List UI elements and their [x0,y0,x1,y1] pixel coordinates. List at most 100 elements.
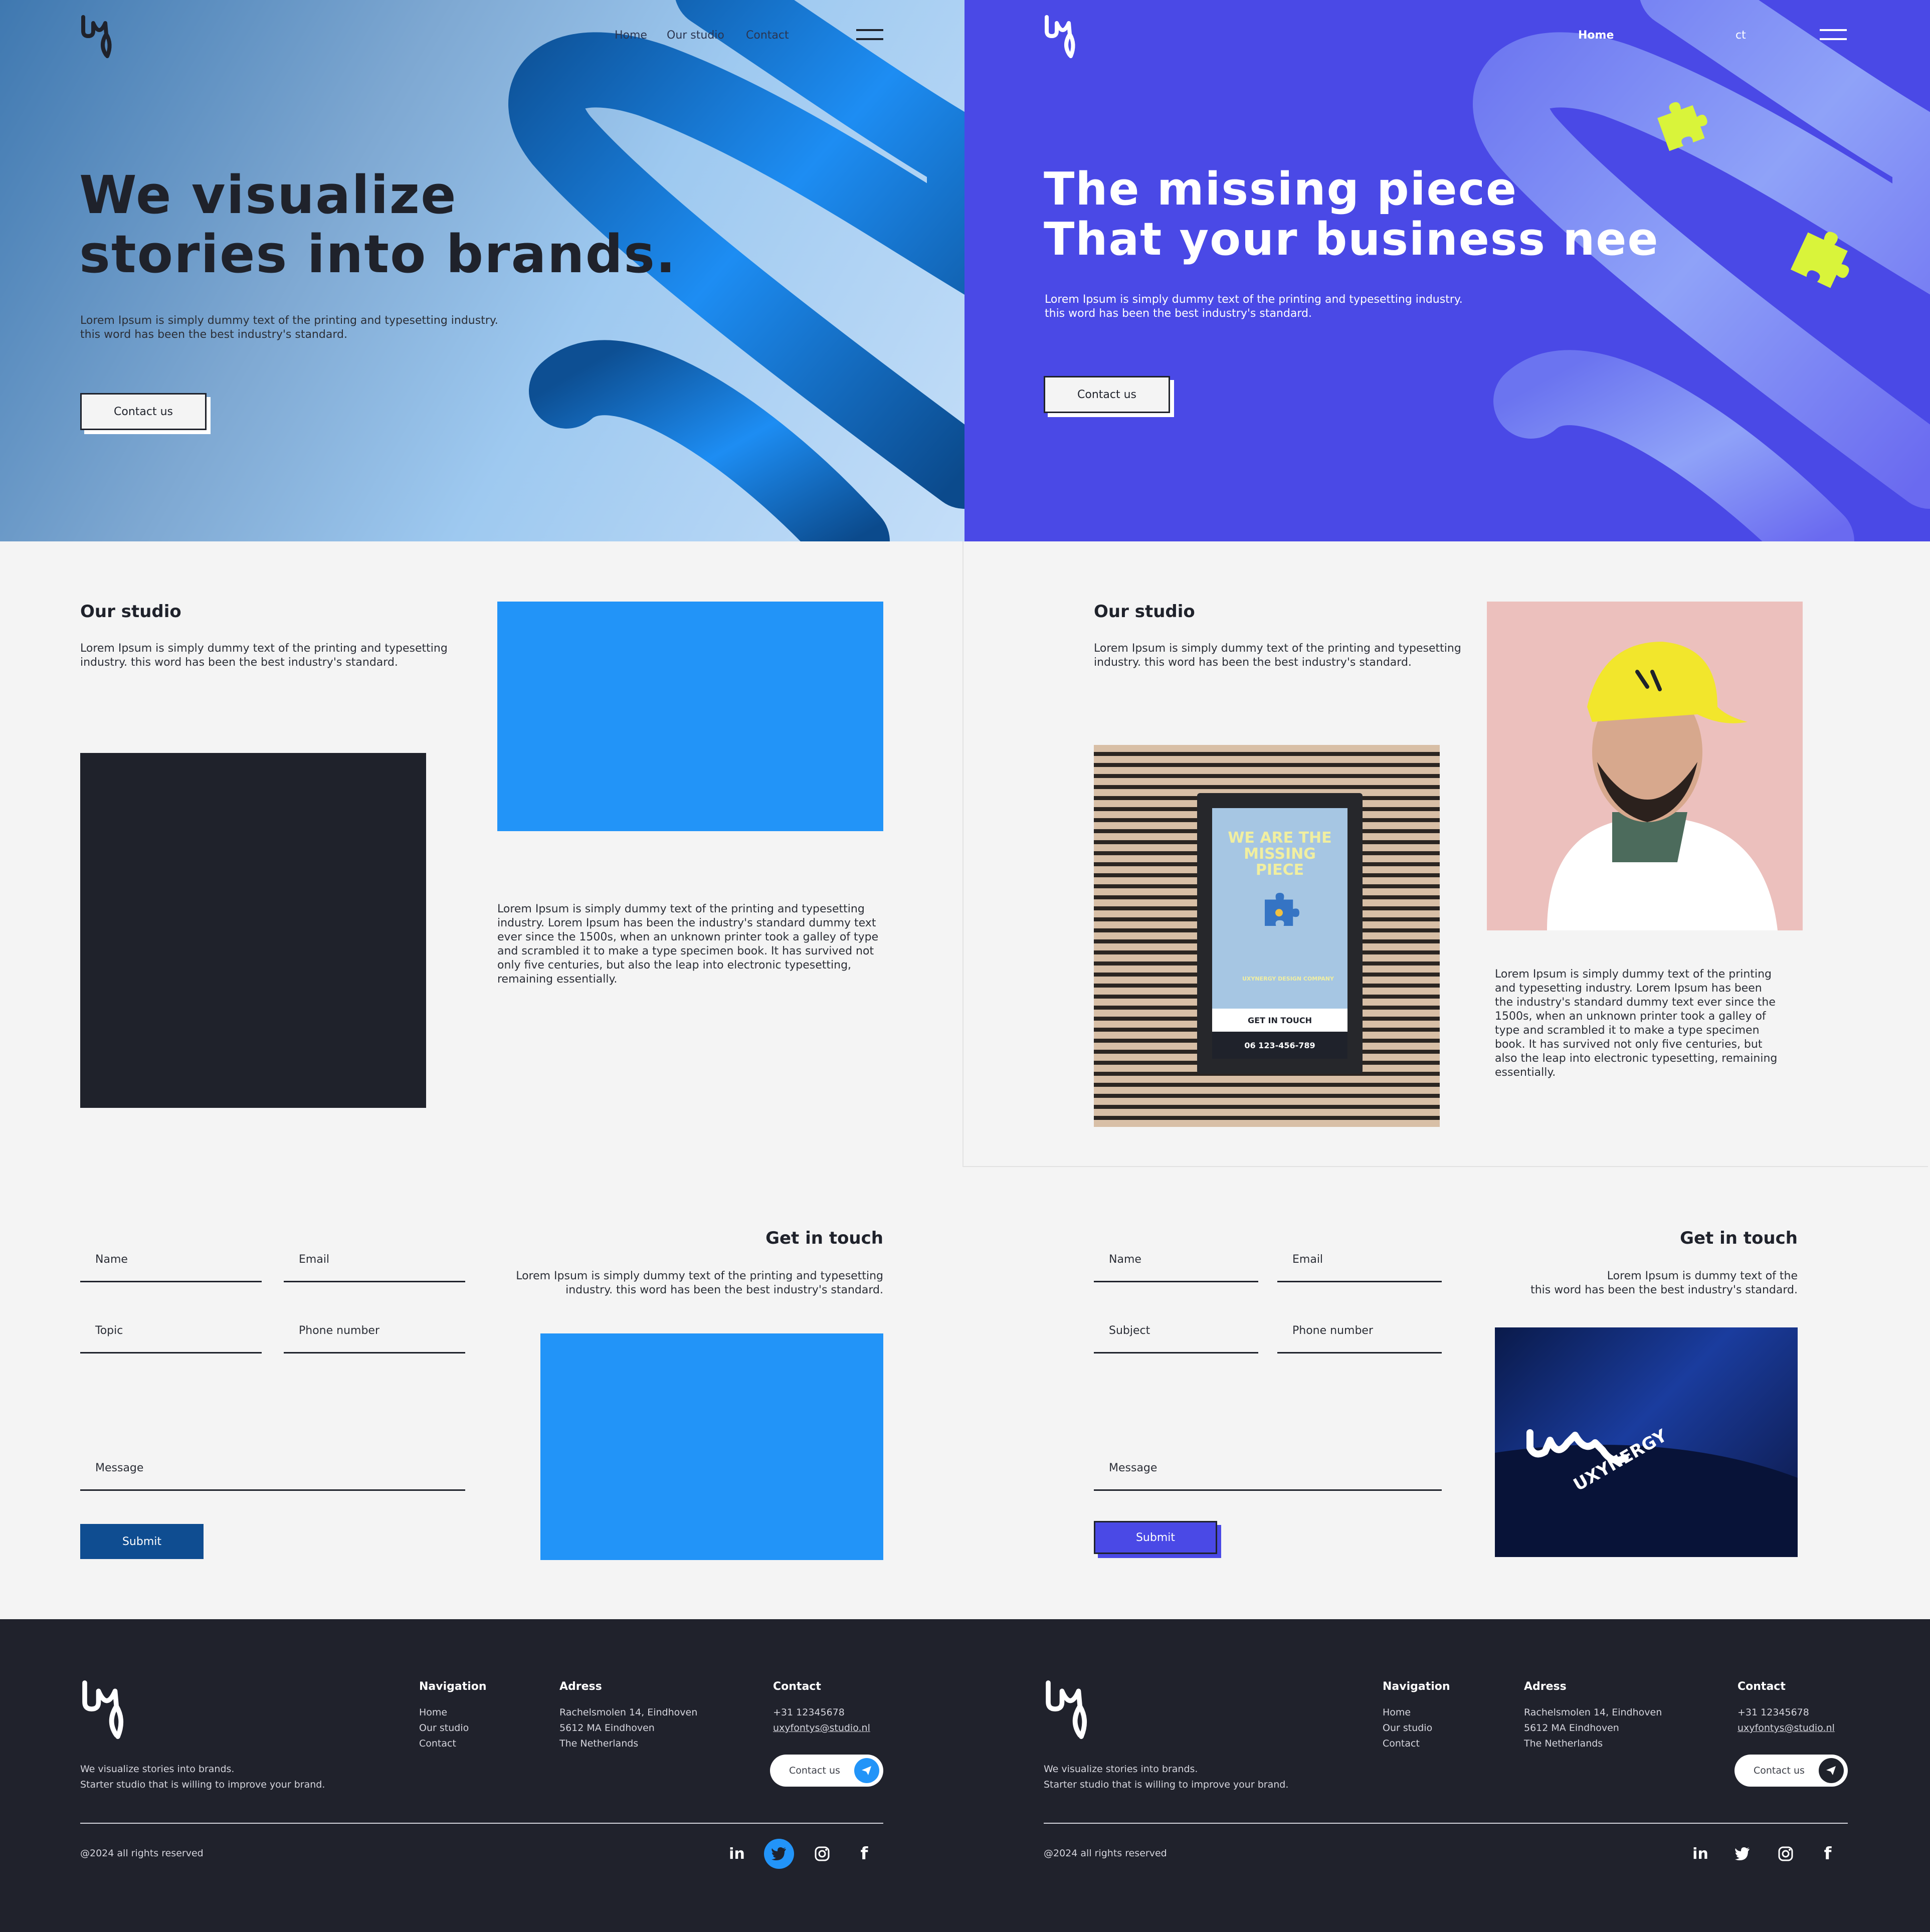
hamburger-menu-icon[interactable] [856,29,883,40]
footer-nav-home[interactable]: Home [1383,1705,1432,1720]
footer-email-link[interactable]: uxyfontys@studio.nl [773,1720,870,1736]
studio-intro: Lorem Ipsum is simply dummy text of the … [80,642,448,670]
hero-left: Home Our studio Contact We visualize sto… [0,0,964,541]
facebook-icon[interactable]: f [849,1839,879,1869]
logo[interactable] [79,14,119,61]
footer-copyright: @2024 all rights reserved [1044,1848,1167,1859]
subject-field[interactable]: Subject [1094,1309,1258,1354]
footer-contact-button-label: Contact us [1754,1765,1805,1776]
footer-contact-button[interactable]: Contact us [1734,1755,1848,1787]
nav-contact[interactable]: Contact [746,29,789,42]
poster-phone: 06 123-456-789 [1212,1032,1347,1059]
nav-home[interactable]: Home [1578,29,1614,42]
studio-title: Our studio [1094,602,1195,622]
poster-cta: GET IN TOUCH [1212,1009,1347,1032]
phone-field[interactable]: Phone number [284,1309,465,1354]
twitter-icon[interactable] [1727,1839,1758,1869]
footer-contact-details: +31 12345678 uxyfontys@studio.nl [1738,1705,1835,1736]
image-placeholder-blue [497,602,883,831]
poster-company: UXYNERGY DESIGN COMPANY [1242,976,1334,982]
studio-long-text: Lorem Ipsum is simply dummy text of the … [1495,968,1778,1079]
footer-address-line3: The Netherlands [559,1738,639,1749]
instagram-icon[interactable] [807,1839,837,1869]
hero-heading-line2: That your business nee [1044,213,1659,266]
studio-intro-line1: Lorem Ipsum is simply dummy text of the … [1094,642,1461,655]
footer-nav-our-studio[interactable]: Our studio [1383,1720,1432,1736]
footer-nav-title: Navigation [1383,1680,1450,1693]
portrait-photo [1487,602,1803,930]
image-placeholder-blue [540,1333,883,1560]
email-field[interactable]: Email [1277,1238,1442,1282]
contact-us-button[interactable]: Contact us [1044,376,1170,413]
hero-description: Lorem Ipsum is simply dummy text of the … [80,314,498,342]
submit-button[interactable]: Submit [1094,1521,1217,1554]
topic-field[interactable]: Topic [80,1309,262,1354]
hero-description-line2: this word has been the best industry's s… [1045,307,1312,320]
send-icon [1819,1758,1844,1783]
footer-logo[interactable] [79,1678,134,1743]
linkedin-icon[interactable]: in [1685,1839,1715,1869]
touch-description-line1: Lorem Ipsum is dummy text of the [1607,1270,1798,1282]
footer-phone: +31 12345678 [1738,1707,1809,1718]
hero-heading: The missing piece That your business nee [1044,164,1659,265]
logo[interactable] [1043,14,1083,61]
poster-headline: WE ARE THE MISSING PIECE [1228,829,1332,879]
nav-our-studio[interactable]: Our studio [667,29,724,42]
nav-home[interactable]: Home [615,29,647,42]
footer-divider [80,1823,883,1824]
footer-nav-list: Home Our studio Contact [1383,1705,1432,1752]
footer-address-line3: The Netherlands [1524,1738,1603,1749]
footer-tagline-line2: Starter studio that is willing to improv… [80,1779,325,1790]
hero-description-line2: this word has been the best industry's s… [80,328,347,341]
footer-contact-button-label: Contact us [789,1765,840,1776]
footer-nav-our-studio[interactable]: Our studio [419,1720,469,1736]
nav-contact-fragment[interactable]: ct [1735,29,1746,42]
studio-intro: Lorem Ipsum is simply dummy text of the … [1094,642,1461,670]
footer-email-link[interactable]: uxyfontys@studio.nl [1738,1720,1835,1736]
facebook-icon[interactable]: f [1813,1839,1843,1869]
email-field[interactable]: Email [284,1238,465,1282]
hero-heading-line1: The missing piece [1044,163,1517,216]
hero-heading: We visualize stories into brands. [79,165,677,284]
hero-right: Home ct The missing piece That your busi… [964,0,1930,541]
twitter-icon[interactable] [764,1839,794,1869]
phone-field[interactable]: Phone number [1277,1309,1442,1354]
footer-nav-contact[interactable]: Contact [419,1736,469,1752]
footer-address-title: Adress [559,1680,602,1693]
touch-description-line2: industry. this word has been the best in… [565,1284,883,1296]
message-field[interactable]: Message [80,1447,465,1491]
footer-nav-contact[interactable]: Contact [1383,1736,1432,1752]
brand-card-photo: UXYNERGY [1495,1327,1798,1557]
footer-divider [1044,1823,1848,1824]
touch-description: Lorem Ipsum is dummy text of the this wo… [1499,1269,1798,1297]
send-icon [854,1758,879,1783]
footer-logo[interactable] [1043,1678,1098,1743]
poster-screen: WE ARE THE MISSING PIECE UXYNERGY DESIGN… [1212,808,1347,1059]
name-field[interactable]: Name [1094,1238,1258,1282]
message-field[interactable]: Message [1094,1447,1442,1491]
footer-tagline: We visualize stories into brands. Starte… [1044,1762,1288,1793]
uxy-logo-icon [82,1680,124,1739]
submit-button[interactable]: Submit [80,1524,204,1559]
studio-intro-line2: industry. this word has been the best in… [80,656,398,669]
footer-tagline-line2: Starter studio that is willing to improv… [1044,1779,1289,1790]
hamburger-menu-icon[interactable] [1820,29,1847,40]
contact-us-button[interactable]: Contact us [80,393,207,430]
footer-contact-title: Contact [1738,1680,1786,1693]
name-field[interactable]: Name [80,1238,262,1282]
linkedin-icon[interactable]: in [722,1839,752,1869]
touch-description: Lorem Ipsum is simply dummy text of the … [497,1269,883,1297]
instagram-icon[interactable] [1771,1839,1801,1869]
footer-contact-title: Contact [773,1680,821,1693]
hero-heading-line1: We visualize [79,164,457,226]
uxy-logo-icon [81,15,112,58]
man-with-yellow-cap-image [1547,642,1778,930]
footer-address-line2: 5612 MA Eindhoven [1524,1722,1619,1733]
hero-description-line1: Lorem Ipsum is simply dummy text of the … [1045,293,1463,306]
footer-tagline-line1: We visualize stories into brands. [1044,1764,1198,1775]
footer-nav-home[interactable]: Home [419,1705,469,1720]
footer-contact-button[interactable]: Contact us [770,1755,883,1787]
studio-intro-line2: industry. this word has been the best in… [1094,656,1412,669]
touch-title: Get in touch [765,1228,883,1248]
studio-title: Our studio [80,602,181,622]
